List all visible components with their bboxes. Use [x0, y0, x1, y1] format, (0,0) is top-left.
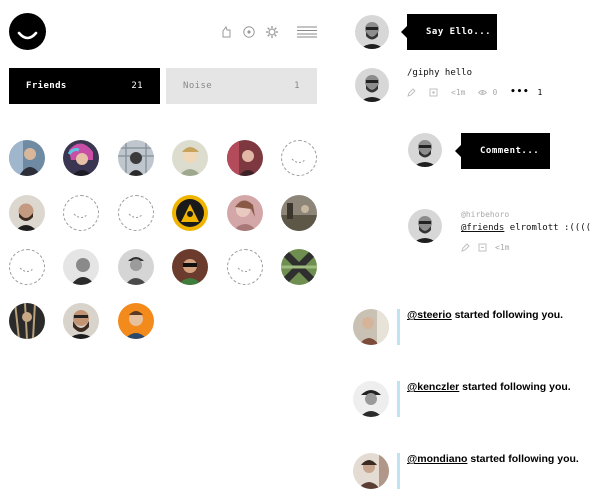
delete-icon[interactable] — [478, 243, 487, 252]
notification-unread-bar — [397, 381, 400, 417]
friend-avatar[interactable] — [172, 140, 208, 176]
comment-timestamp[interactable]: <1m — [495, 243, 509, 252]
placeholder-avatar[interactable] — [281, 140, 317, 176]
settings-icon[interactable] — [265, 25, 279, 39]
notification-text: started following you. — [451, 309, 564, 321]
edit-icon[interactable] — [407, 87, 416, 97]
tab-friends[interactable]: Friends 21 — [9, 68, 160, 104]
notification-item: @kenczler started following you. — [407, 381, 571, 393]
notification-avatar[interactable] — [353, 381, 389, 417]
my-avatar-comment[interactable] — [408, 133, 442, 167]
top-nav-icons — [219, 24, 288, 40]
tab-noise-count: 1 — [294, 81, 300, 91]
repost-count: 1 — [537, 87, 543, 97]
friend-avatar[interactable] — [227, 195, 263, 231]
comment-author-avatar[interactable] — [408, 209, 442, 243]
friend-avatar[interactable] — [227, 140, 263, 176]
comment-body: @friends elromlott :(((( — [461, 223, 591, 233]
friend-avatar[interactable] — [118, 303, 154, 339]
more-options-icon[interactable]: ••• — [510, 87, 529, 97]
comment-button[interactable]: Comment... — [455, 133, 550, 169]
eye-icon — [478, 89, 488, 95]
post-body: /giphy hello — [407, 68, 473, 78]
friend-avatar[interactable] — [63, 249, 99, 285]
tab-noise[interactable]: Noise 1 — [166, 68, 317, 104]
placeholder-avatar[interactable] — [227, 249, 263, 285]
discover-icon[interactable] — [219, 25, 233, 39]
repost-icon[interactable] — [429, 88, 438, 97]
tab-friends-count: 21 — [131, 81, 143, 91]
friend-avatar[interactable] — [118, 140, 154, 176]
friend-avatar[interactable] — [9, 303, 45, 339]
friend-avatar[interactable] — [9, 195, 45, 231]
notification-text: started following you. — [467, 453, 579, 465]
notification-avatar[interactable] — [353, 309, 389, 345]
comment-tools: <1m — [461, 243, 522, 252]
notification-item: @steerio started following you. — [407, 309, 563, 321]
friend-avatar[interactable] — [9, 140, 45, 176]
post-author-avatar[interactable] — [355, 68, 389, 102]
notification-unread-bar — [397, 309, 400, 345]
friend-avatar[interactable] — [118, 249, 154, 285]
my-avatar[interactable] — [355, 15, 389, 49]
notification-item: @mondiano started following you. — [407, 453, 579, 465]
notification-avatar[interactable] — [353, 453, 389, 489]
comment-text: elromlott :(((( — [509, 223, 592, 233]
friend-avatar[interactable] — [281, 249, 317, 285]
say-ello-button[interactable]: Say Ello... — [401, 14, 497, 50]
edit-icon[interactable] — [461, 243, 470, 252]
say-ello-label: Say Ello... — [426, 27, 492, 37]
comment-label: Comment... — [480, 146, 540, 156]
friend-avatar[interactable] — [63, 140, 99, 176]
friend-avatar[interactable] — [172, 249, 208, 285]
placeholder-avatar[interactable] — [118, 195, 154, 231]
notification-unread-bar — [397, 453, 400, 489]
placeholder-avatar[interactable] — [9, 249, 45, 285]
notification-handle[interactable]: @mondiano — [407, 453, 467, 465]
notification-handle[interactable]: @kenczler — [407, 381, 459, 393]
search-icon[interactable] — [242, 25, 256, 39]
tab-friends-label: Friends — [26, 81, 67, 91]
ello-logo[interactable] — [9, 13, 46, 50]
friend-avatar[interactable] — [172, 195, 208, 231]
post-tools: <1m 0 ••• 1 — [407, 87, 542, 97]
friend-avatar[interactable] — [281, 195, 317, 231]
views-value: 0 — [492, 87, 498, 97]
hamburger-menu-icon[interactable] — [297, 26, 317, 38]
placeholder-avatar[interactable] — [63, 195, 99, 231]
post-timestamp[interactable]: <1m — [451, 88, 465, 97]
notification-handle[interactable]: @steerio — [407, 309, 452, 321]
tab-noise-label: Noise — [183, 81, 213, 91]
comment-mention[interactable]: @friends — [461, 223, 504, 233]
views-count: 0 — [478, 88, 497, 97]
comment-username[interactable]: @hirbehoro — [461, 210, 509, 219]
notification-text: started following you. — [459, 381, 571, 393]
friend-avatar[interactable] — [63, 303, 99, 339]
